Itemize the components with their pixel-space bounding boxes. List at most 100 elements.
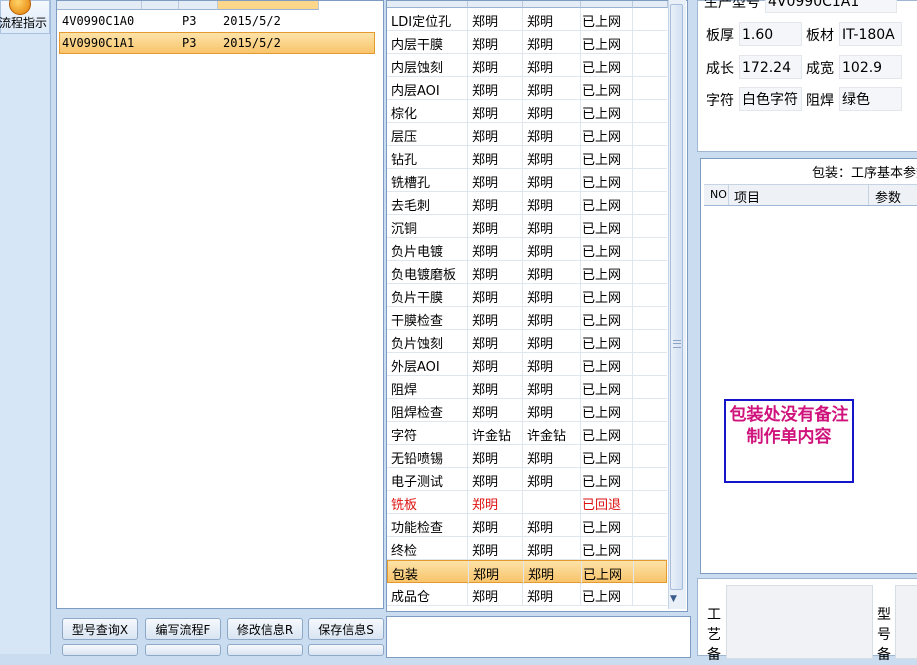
process-row[interactable]: 字符 许金钻 许金钻 已上网 [387,422,667,445]
column-header-reviewer[interactable] [523,1,581,8]
process-row[interactable]: 负片干膜 郑明 郑明 已上网 [387,284,667,307]
process-row[interactable]: 外层AOI 郑明 郑明 已上网 [387,353,667,376]
process-row[interactable]: 内层干膜 郑明 郑明 已上网 [387,31,667,54]
process-author: 郑明 [472,406,499,421]
column-header-process[interactable] [387,1,468,8]
process-author: 郑明 [473,568,500,583]
process-row[interactable]: 钻孔 郑明 郑明 已上网 [387,146,667,169]
process-row[interactable]: 内层蚀刻 郑明 郑明 已上网 [387,54,667,77]
process-row[interactable]: 成品仓 郑明 郑明 已上网 [387,583,667,606]
process-row[interactable]: 负电镀磨板 郑明 郑明 已上网 [387,261,667,284]
process-name: 棕化 [391,107,418,122]
column-divider [467,399,468,422]
lower-button-2[interactable] [145,644,221,656]
edit-flow-button[interactable]: 编写流程F [145,618,221,640]
flow-guide-button[interactable]: 流程指示 [0,0,50,34]
width-field[interactable]: 102.9 [839,55,902,79]
process-author: 郑明 [472,199,499,214]
column-divider [632,353,633,376]
column-header-status[interactable] [581,1,633,8]
column-header-item[interactable]: 项目 [734,187,760,206]
process-row[interactable]: 终检 郑明 郑明 已上网 [387,537,667,560]
column-divider [633,561,634,584]
process-row[interactable]: 层压 郑明 郑明 已上网 [387,123,667,146]
column-header-ver[interactable] [142,1,179,10]
process-reviewer: 郑明 [528,568,555,583]
process-row[interactable]: 功能检查 郑明 郑明 已上网 [387,514,667,537]
process-row[interactable]: 内层AOI 郑明 郑明 已上网 [387,77,667,100]
process-name: 内层干膜 [391,38,444,53]
process-row[interactable]: 去毛刺 郑明 郑明 已上网 [387,192,667,215]
process-row[interactable]: LDI定位孔 郑明 郑明 已上网 [387,8,667,31]
process-author: 郑明 [472,15,499,30]
process-name: 干膜检查 [391,314,444,329]
column-divider [632,537,633,560]
process-row[interactable]: 干膜检查 郑明 郑明 已上网 [387,307,667,330]
product-date: 2015/5/2 [223,36,281,50]
column-divider [632,146,633,169]
material-field[interactable]: IT-180A [839,22,902,46]
memo-box[interactable] [386,616,691,658]
process-status: 已上网 [582,153,622,168]
column-divider [632,215,633,238]
column-header-no[interactable]: NO [710,188,727,201]
process-reviewer: 郑明 [527,314,554,329]
process-row[interactable]: 阻焊检查 郑明 郑明 已上网 [387,399,667,422]
column-divider [581,561,582,584]
process-remark-field[interactable] [726,585,873,659]
thickness-field[interactable]: 1.60 [739,22,802,46]
save-info-button[interactable]: 保存信息S [308,618,384,640]
model-field[interactable]: 4V0990C1A1 [765,0,897,13]
column-divider [523,561,524,584]
column-header-date[interactable] [218,1,319,10]
product-model: 4V0990C1A1 [62,36,135,50]
column-divider [467,100,468,123]
solder-mask-field[interactable]: 绿色 [839,87,902,111]
remarks-panel: 工艺备 型号备 [697,578,917,663]
product-row-selected[interactable]: 4V0990C1A1 P3 2015/5/2 [59,32,375,54]
process-params-panel [700,158,917,574]
process-name: 成品仓 [391,590,431,605]
process-row[interactable]: 阻焊 郑明 郑明 已上网 [387,376,667,399]
column-header-param[interactable]: 参数 [875,187,901,206]
column-divider [632,8,633,31]
character-field[interactable]: 白色字符 [739,87,802,111]
column-header-model[interactable] [57,1,142,10]
product-row[interactable]: 4V0990C1A0 P3 2015/5/2 [59,10,375,32]
scroll-down-icon[interactable]: ▼ [670,594,677,604]
process-row[interactable]: 棕化 郑明 郑明 已上网 [387,100,667,123]
column-divider [522,399,523,422]
process-status: 已上网 [582,475,622,490]
process-author: 郑明 [472,245,499,260]
process-row-selected[interactable]: 包装 郑明 郑明 已上网 [387,560,667,584]
process-reviewer: 郑明 [527,521,554,536]
process-row[interactable]: 沉铜 郑明 郑明 已上网 [387,215,667,238]
column-header-factory[interactable] [179,1,218,10]
scrollbar-grip-line [673,343,681,344]
lower-button-3[interactable] [227,644,303,656]
lower-button-4[interactable] [308,644,384,656]
process-row[interactable]: 负片电镀 郑明 郑明 已上网 [387,238,667,261]
length-field[interactable]: 172.24 [739,55,802,79]
process-row[interactable]: 铣板 郑明 已回退 [387,491,667,514]
process-reviewer: 郑明 [527,222,554,237]
params-title: 包装：工序基本参数 [812,166,917,181]
column-header-author[interactable] [468,1,523,8]
process-row[interactable]: 铣槽孔 郑明 郑明 已上网 [387,169,667,192]
model-remark-label: 型号备 [877,607,891,663]
column-divider [522,192,523,215]
process-row[interactable]: 负片蚀刻 郑明 郑明 已上网 [387,330,667,353]
process-name: 沉铜 [391,222,418,237]
modify-info-button[interactable]: 修改信息R [227,618,303,640]
scrollbar-thumb[interactable] [670,4,683,590]
character-label: 字符 [706,93,734,109]
query-model-button[interactable]: 型号查询X [62,618,138,640]
column-divider [580,445,581,468]
process-row[interactable]: 电子测试 郑明 郑明 已上网 [387,468,667,491]
column-header-extra[interactable] [633,1,668,8]
process-row[interactable]: 无铅喷锡 郑明 郑明 已上网 [387,445,667,468]
lower-button-1[interactable] [62,644,138,656]
process-status: 已上网 [582,383,622,398]
model-remark-field[interactable] [895,585,917,659]
column-divider [580,399,581,422]
